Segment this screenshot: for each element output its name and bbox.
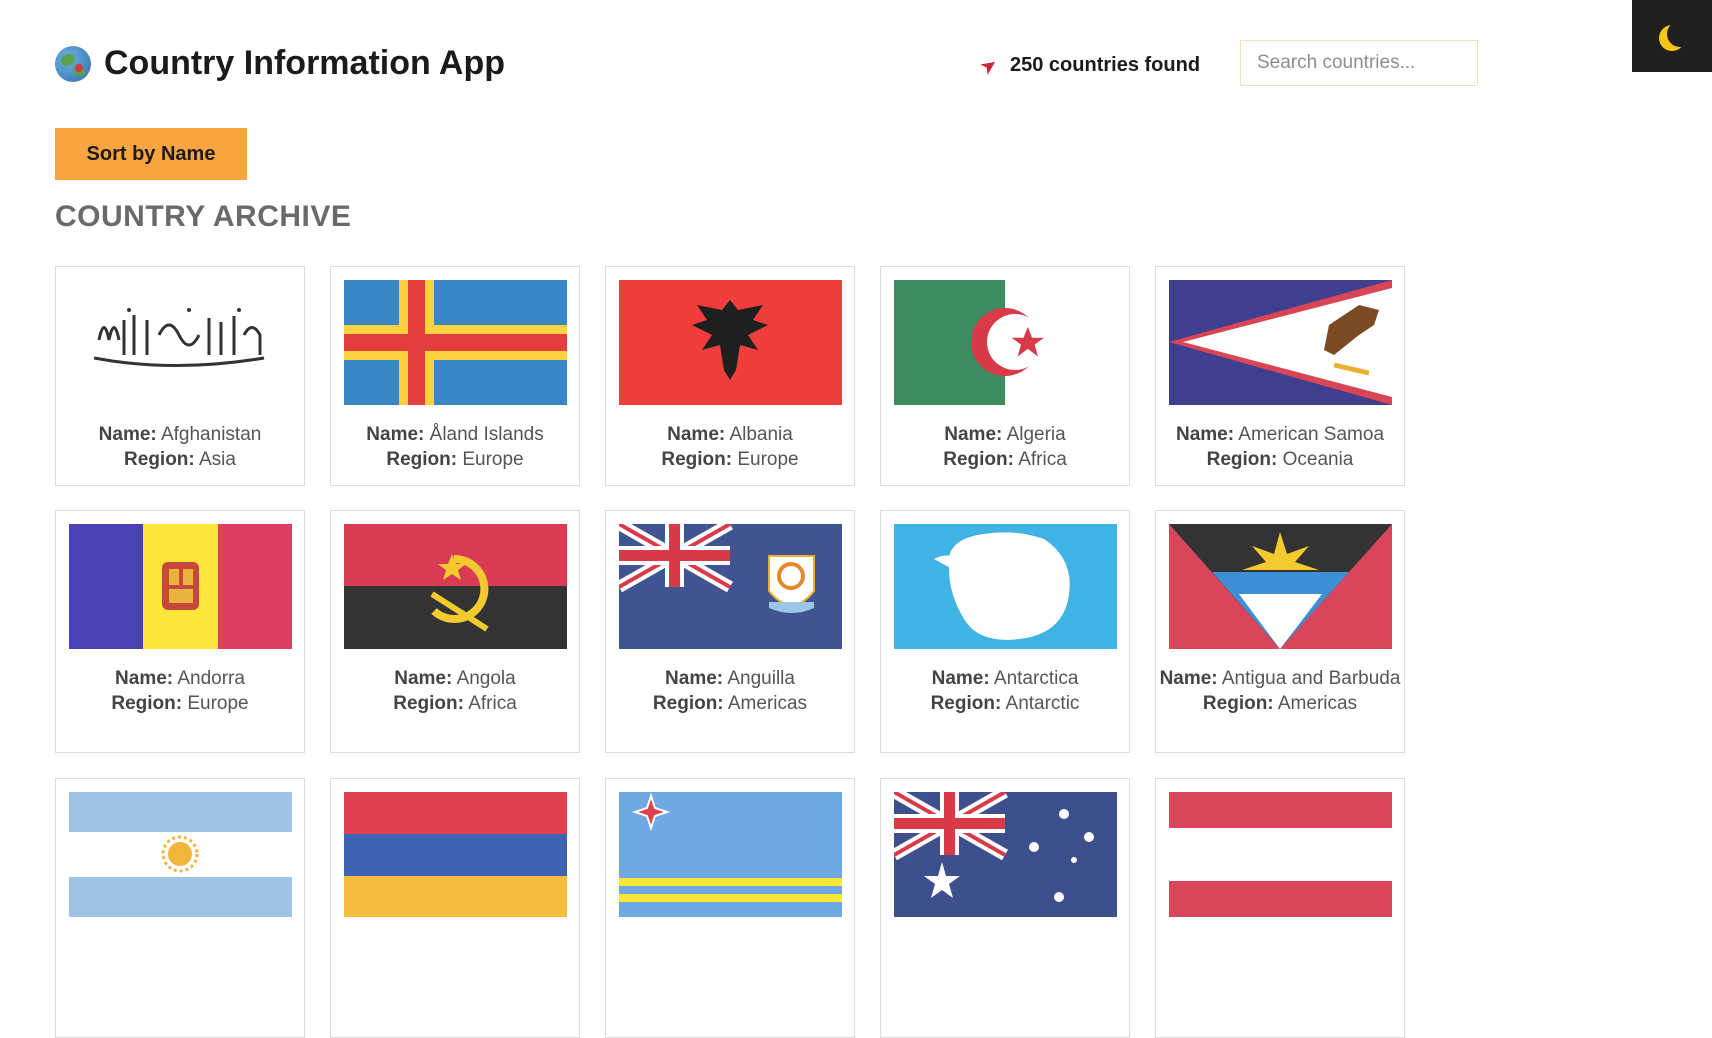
country-card[interactable] [605, 778, 855, 1038]
country-name: American Samoa [1238, 424, 1385, 445]
country-card[interactable] [1155, 778, 1405, 1038]
country-name: Åland Islands [429, 424, 544, 445]
country-name: Albania [729, 424, 793, 445]
country-card[interactable]: Name: Antigua and Barbuda Region: Americ… [1155, 510, 1405, 753]
andorra-flag [69, 524, 292, 649]
country-info: Name: Andorra Region: Europe [111, 668, 249, 714]
country-card[interactable] [330, 778, 580, 1038]
app-title: Country Information App [104, 44, 506, 82]
antarctica-flag [894, 524, 1117, 649]
country-card[interactable]: Name: Angola Region: Africa [330, 510, 580, 753]
country-region: Americas [1277, 693, 1358, 714]
aland-flag [344, 280, 567, 405]
moon-icon [1667, 21, 1693, 47]
section-title: COUNTRY ARCHIVE [55, 200, 352, 233]
american-samoa-flag [1169, 280, 1392, 405]
anguilla-flag [619, 524, 842, 649]
country-card[interactable]: Name: Algeria Region: Africa [880, 266, 1130, 486]
algeria-flag [894, 280, 1117, 405]
country-info: Name: Angola Region: Africa [393, 668, 517, 714]
country-info: Name: Albania Region: Europe [661, 424, 799, 470]
countries-found-text: 250 countries found [1010, 54, 1201, 76]
australia-flag [894, 792, 1117, 917]
theme-toggle-button[interactable] [1632, 0, 1712, 72]
country-region: Europe [737, 449, 799, 470]
argentina-flag [69, 792, 292, 917]
country-name: Afghanistan [160, 424, 262, 445]
country-card[interactable]: Name: Andorra Region: Europe [55, 510, 305, 753]
afghanistan-flag [69, 280, 292, 405]
antigua-flag [1169, 524, 1392, 649]
country-region: Americas [727, 693, 808, 714]
country-region: Africa [468, 693, 517, 714]
country-name: Antarctica [993, 668, 1079, 689]
rocket-icon: ➤ [975, 52, 1003, 81]
country-region: Oceania [1282, 449, 1354, 470]
country-info: Name: Afghanistan Region: Asia [98, 424, 262, 470]
country-info: Name: American Samoa Region: Oceania [1175, 424, 1385, 470]
country-region: Africa [1018, 449, 1067, 470]
country-card[interactable]: Name: Åland Islands Region: Europe [330, 266, 580, 486]
country-card[interactable]: Name: Albania Region: Europe [605, 266, 855, 486]
country-info: Name: Algeria Region: Africa [943, 424, 1067, 470]
country-region: Europe [462, 449, 524, 470]
aruba-flag [619, 792, 842, 917]
countries-found-status: ➤ 250 countries found [976, 52, 1201, 81]
country-info: Name: Antarctica Region: Antarctic [930, 668, 1080, 714]
country-card[interactable] [880, 778, 1130, 1038]
angola-flag [344, 524, 567, 649]
country-region: Asia [198, 449, 236, 470]
country-card[interactable] [55, 778, 305, 1038]
armenia-flag [344, 792, 567, 917]
country-name: Andorra [177, 668, 245, 689]
search-input[interactable] [1240, 40, 1478, 86]
country-region: Antarctic [1005, 693, 1080, 714]
sort-by-name-button[interactable]: Sort by Name [55, 128, 247, 180]
country-name: Anguilla [727, 668, 795, 689]
country-info: Name: Anguilla Region: Americas [652, 668, 808, 714]
country-info: Name: Antigua and Barbuda Region: Americ… [1159, 668, 1401, 714]
albania-flag [619, 280, 842, 405]
country-name: Antigua and Barbuda [1221, 668, 1401, 689]
country-info: Name: Åland Islands Region: Europe [366, 424, 544, 470]
country-name: Angola [456, 668, 516, 689]
country-card[interactable]: Name: American Samoa Region: Oceania [1155, 266, 1405, 486]
country-card[interactable]: Name: Antarctica Region: Antarctic [880, 510, 1130, 753]
country-card[interactable]: Name: Anguilla Region: Americas [605, 510, 855, 753]
app-header: Country Information App ➤ 250 countries f… [55, 40, 1495, 90]
country-region: Europe [187, 693, 249, 714]
austria-flag [1169, 792, 1392, 917]
country-card[interactable]: Name: Afghanistan Region: Asia [55, 266, 305, 486]
country-name: Algeria [1006, 424, 1066, 445]
globe-icon [55, 46, 91, 82]
